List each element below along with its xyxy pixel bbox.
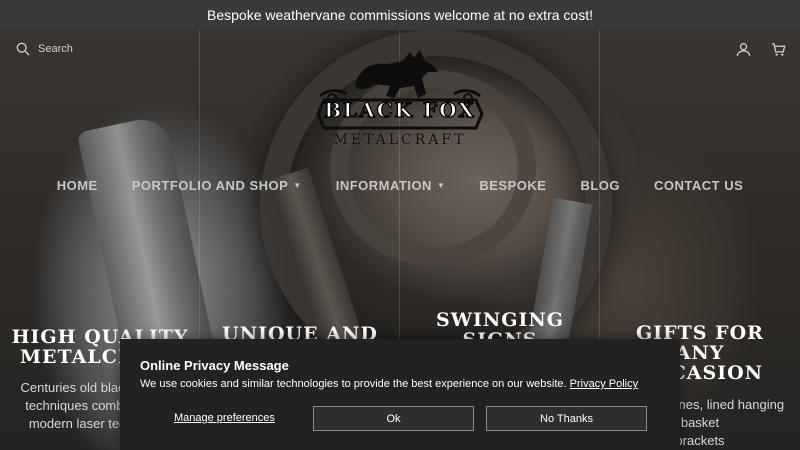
logo-tagline: METALCRAFT xyxy=(333,132,467,148)
search-input[interactable]: Search xyxy=(38,43,73,55)
manage-preferences-link[interactable]: Manage preferences xyxy=(174,412,275,424)
nav-item-information[interactable]: INFORMATION ▼ xyxy=(319,178,463,193)
cart-icon[interactable] xyxy=(771,42,786,57)
header-icons xyxy=(736,42,786,57)
nav-item-home[interactable]: HOME xyxy=(40,178,115,193)
main-nav: HOME PORTFOLIO AND SHOP ▼ INFORMATION ▼ BE… xyxy=(0,178,800,193)
search-bar[interactable]: Search xyxy=(16,42,73,56)
nav-item-blog[interactable]: BLOG xyxy=(563,178,637,193)
search-icon[interactable] xyxy=(16,42,30,56)
nav-item-bespoke[interactable]: BESPOKE xyxy=(462,178,563,193)
announcement-bar: Bespoke weathervane commissions welcome … xyxy=(0,0,800,30)
cookie-message: We use cookies and similar technologies … xyxy=(140,378,639,390)
nav-item-contact-us[interactable]: CONTACT US xyxy=(637,178,760,193)
user-icon[interactable] xyxy=(736,42,751,57)
announcement-text: Bespoke weathervane commissions welcome … xyxy=(207,7,593,23)
ok-button[interactable]: Ok xyxy=(313,406,474,431)
logo-name: BLACK FOX xyxy=(324,97,476,122)
site-logo[interactable]: BLACK FOX METALCRAFT xyxy=(310,38,490,152)
cookie-title: Online Privacy Message xyxy=(140,358,289,373)
cookie-consent-dialog: Online Privacy Message We use cookies an… xyxy=(120,339,680,450)
no-thanks-button[interactable]: No Thanks xyxy=(486,406,647,431)
chevron-down-icon: ▼ xyxy=(293,181,302,190)
nav-item-portfolio-and-shop[interactable]: PORTFOLIO AND SHOP ▼ xyxy=(115,178,319,193)
privacy-policy-link[interactable]: Privacy Policy xyxy=(570,378,638,390)
chevron-down-icon: ▼ xyxy=(436,181,446,190)
